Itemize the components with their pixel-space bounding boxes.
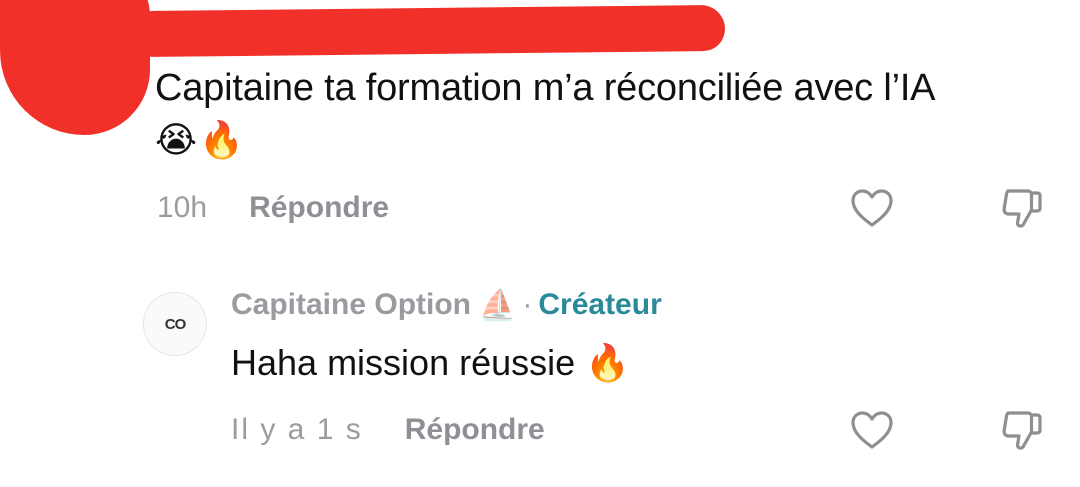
- redacted-avatar: [0, 0, 150, 135]
- reply-reply-button[interactable]: Répondre: [405, 413, 545, 447]
- fire-emoji: 🔥: [199, 119, 244, 160]
- redacted-username: [134, 4, 726, 58]
- heart-icon: [851, 189, 893, 227]
- comment-reply-button[interactable]: Répondre: [249, 191, 389, 225]
- separator-dot: ·: [522, 288, 533, 321]
- creator-badge: Créateur: [538, 288, 662, 321]
- reply-text: Haha mission réussie: [231, 342, 576, 383]
- thumbs-down-icon: [1002, 189, 1042, 228]
- reply-dislike-button[interactable]: [994, 402, 1050, 458]
- sailboat-emoji: ⛵: [479, 288, 517, 322]
- dislike-button[interactable]: [994, 180, 1050, 236]
- comment-emoji-row: 😭 🔥: [155, 114, 1055, 166]
- reply-text-row: Haha mission réussie 🔥: [231, 338, 662, 388]
- comment-text: Capitaine ta formation m’a réconciliée a…: [155, 67, 936, 109]
- reply-author-row: Capitaine Option ⛵ · Créateur: [231, 282, 662, 328]
- thumbs-down-icon: [1002, 411, 1042, 450]
- fire-emoji: 🔥: [585, 342, 630, 383]
- heart-icon: [851, 411, 893, 449]
- like-button[interactable]: [844, 180, 900, 236]
- reply-body: Capitaine Option ⛵ · Créateur Haha missi…: [231, 282, 662, 388]
- crying-emoji: 😭: [155, 119, 198, 160]
- comment-body: Capitaine ta formation m’a réconciliée a…: [155, 62, 1055, 166]
- creator-avatar[interactable]: CO: [143, 292, 207, 356]
- reply-author-name[interactable]: Capitaine Option: [231, 288, 471, 322]
- comment-timestamp: 10h: [157, 191, 208, 224]
- reply-like-button[interactable]: [844, 402, 900, 458]
- comment-meta: 10h Répondre: [157, 186, 389, 230]
- reply-meta: Il y a 1 s Répondre: [231, 408, 545, 452]
- reply-timestamp: Il y a 1 s: [231, 413, 363, 446]
